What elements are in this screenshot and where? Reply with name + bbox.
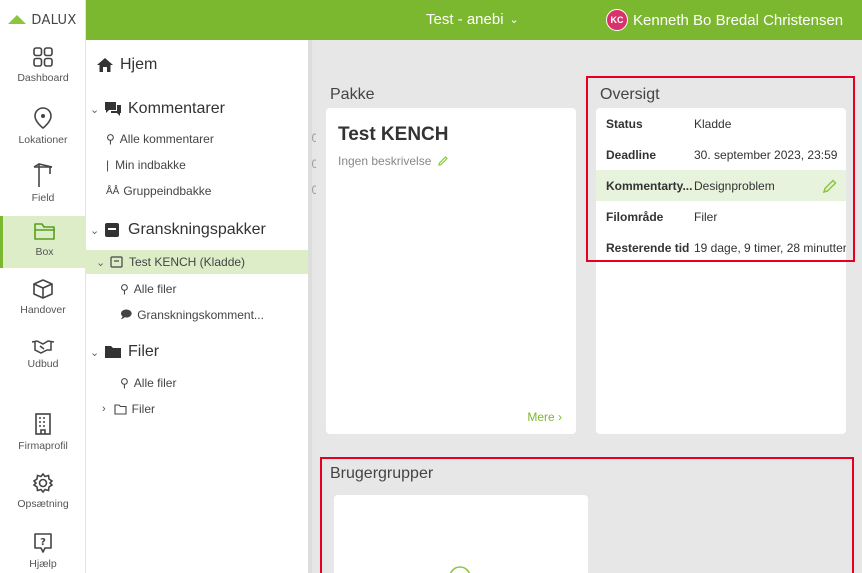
tree-item-all-comments[interactable]: ⚲ Alle kommentarer 0 [106, 130, 328, 148]
rail-item-field[interactable]: Field [0, 162, 86, 208]
tree-item-files[interactable]: ⌄ Filer [90, 340, 312, 364]
project-name: Test - anebi [426, 11, 504, 28]
help-icon: ? [34, 533, 52, 553]
top-bar: DALUX Test - anebi ⌄ KC Kenneth Bo Breda… [0, 0, 862, 40]
comment-icon: 🗩 [120, 308, 133, 321]
tree-item-group-inbox[interactable]: ÅÅ Gruppeindbakke 0 [106, 182, 328, 200]
rail-item-box[interactable]: Box [0, 216, 86, 268]
tree-item-home[interactable]: Hjem [96, 54, 318, 76]
svg-text:?: ? [40, 537, 46, 548]
module-rail: Dashboard Lokationer Field Box Handover … [0, 40, 86, 573]
package-icon [105, 223, 119, 237]
box-icon [33, 279, 53, 299]
rail-item-opsaetning[interactable]: Opsætning [0, 472, 86, 518]
tree-item-comments[interactable]: ⌄ Kommentarer [90, 98, 312, 120]
package-description[interactable]: Ingen beskrivelse [338, 154, 449, 168]
chevron-down-icon: ⌄ [96, 256, 106, 269]
more-link[interactable]: Mere › [527, 410, 562, 424]
package-card: Test KENCH Ingen beskrivelse Mere › [326, 108, 576, 434]
folder-icon [33, 223, 55, 240]
navigation-tree: Hjem ⌄ Kommentarer ⚲ Alle kommentarer 0 … [86, 40, 332, 573]
chevron-down-icon: ⌄ [90, 224, 100, 237]
tree-item-files-folder[interactable]: › Filer [102, 400, 324, 418]
rail-item-firmaprofil[interactable]: Firmaprofil [0, 412, 86, 458]
gear-icon [32, 472, 54, 494]
highlight-overview [586, 76, 855, 262]
package-outline-icon [110, 256, 123, 268]
section-title-pakke: Pakke [330, 86, 375, 103]
project-selector[interactable]: Test - anebi ⌄ [426, 11, 519, 28]
tree-item-inbox[interactable]: | Min indbakke 0 [106, 156, 328, 174]
rail-item-handover[interactable]: Handover [0, 278, 86, 324]
chevron-right-icon: › [102, 403, 106, 415]
avatar: KC [606, 9, 628, 31]
comments-icon [105, 102, 121, 116]
search-icon: ⚲ [120, 282, 129, 296]
chevron-down-icon: ⌄ [509, 14, 519, 26]
tree-item-all-files[interactable]: ⚲ Alle filer [120, 280, 342, 298]
folder-filled-icon [105, 346, 121, 358]
tree-item-package[interactable]: ⌄ Test KENCH (Kladde) [86, 250, 308, 274]
header-bar: Test - anebi ⌄ KC Kenneth Bo Bredal Chri… [86, 0, 862, 40]
folder-outline-icon [114, 403, 127, 415]
dalux-logo[interactable]: DALUX [0, 0, 86, 40]
location-pin-icon [34, 107, 52, 130]
person-icon: | [106, 158, 110, 172]
search-icon: ⚲ [106, 132, 115, 146]
tree-item-review-packages[interactable]: ⌄ Granskningspakker [90, 218, 312, 242]
building-icon [35, 413, 51, 435]
user-menu[interactable]: KC Kenneth Bo Bredal Christensen [606, 9, 843, 31]
search-icon: ⚲ [120, 376, 129, 390]
handshake-icon [31, 340, 55, 354]
logo-roof-icon [8, 14, 27, 24]
dashboard-icon [33, 47, 53, 67]
edit-pencil-icon[interactable] [437, 155, 449, 167]
user-name: Kenneth Bo Bredal Christensen [633, 11, 844, 29]
highlight-user-groups [320, 457, 854, 573]
chevron-down-icon: ⌄ [90, 346, 100, 359]
rail-item-hjaelp[interactable]: ? Hjælp [0, 532, 86, 573]
crane-icon [33, 163, 53, 187]
rail-item-lokationer[interactable]: Lokationer [0, 106, 86, 152]
group-icon: ÅÅ [106, 185, 120, 197]
home-icon [97, 58, 113, 72]
chevron-down-icon: ⌄ [90, 103, 100, 116]
package-name: Test KENCH [338, 124, 449, 145]
rail-item-dashboard[interactable]: Dashboard [0, 46, 86, 98]
tree-item-review-comments[interactable]: 🗩 Granskningskomment... 0 [120, 306, 342, 324]
rail-item-udbud[interactable]: Udbud [0, 338, 86, 378]
tree-item-files-all[interactable]: ⚲ Alle filer [120, 374, 342, 392]
